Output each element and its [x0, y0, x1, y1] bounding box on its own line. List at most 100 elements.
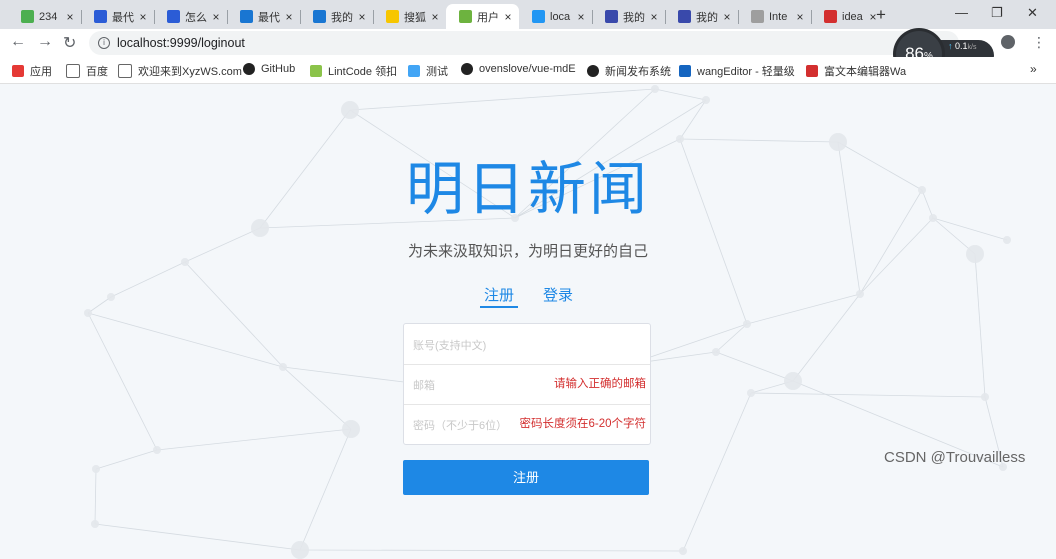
browser-tab[interactable]: idea ×	[811, 4, 884, 29]
network-node	[712, 348, 720, 356]
network-line	[95, 449, 158, 470]
browser-tab[interactable]: 最代 ×	[81, 4, 154, 29]
browser-tab[interactable]: 搜狐 ×	[373, 4, 446, 29]
account-placeholder: 账号(支持中文)	[413, 340, 487, 352]
github-icon	[461, 63, 473, 75]
tab-close-icon[interactable]: ×	[282, 10, 296, 24]
tab-strip: 234 × 最代 × 怎么 × 最代 × 我的 × 搜狐 × 用户 × loca × 我的 × 我的 × Inte × id…	[0, 0, 1056, 29]
info-icon[interactable]: i	[98, 37, 110, 49]
network-line	[349, 88, 656, 111]
bookmark-label: 欢迎来到XyzWS.com	[138, 66, 242, 78]
bookmark-label: GitHub	[261, 63, 296, 75]
browser-tab[interactable]: Inte ×	[738, 4, 811, 29]
test-icon	[408, 65, 420, 77]
network-node	[84, 309, 92, 317]
account-field[interactable]: 账号(支持中文)	[404, 324, 650, 365]
browser-tab[interactable]: 用户 ×	[446, 4, 519, 29]
tab-title: 最代	[258, 11, 280, 24]
bookmark-item[interactable]: GitHub	[243, 63, 295, 75]
browser-tab[interactable]: 我的 ×	[592, 4, 665, 29]
tab-separator	[738, 10, 739, 24]
tab-close-icon[interactable]: ×	[793, 10, 807, 24]
close-window-button[interactable]: ✕	[1027, 5, 1038, 21]
network-node	[856, 290, 864, 298]
bookmark-item[interactable]: 欢迎来到XyzWS.com	[118, 63, 242, 79]
upload-speed: ↑ 0.1k/s	[948, 41, 977, 51]
minimize-button[interactable]: —	[955, 5, 968, 20]
network-node	[279, 363, 287, 371]
tab-close-icon[interactable]: ×	[428, 10, 442, 24]
email-field[interactable]: 邮箱 请输入正确的邮箱	[404, 364, 650, 405]
tab-login[interactable]: 登录	[543, 284, 573, 305]
page-content: 明日新闻 为未来汲取知识，为明日更好的自己 注册 登录 账号(支持中文) 邮箱 …	[0, 84, 1056, 559]
browser-tab[interactable]: 怎么 ×	[154, 4, 227, 29]
browser-tab[interactable]: 我的 ×	[300, 4, 373, 29]
tab-close-icon[interactable]: ×	[63, 10, 77, 24]
tab-close-icon[interactable]: ×	[209, 10, 223, 24]
network-line	[87, 312, 284, 368]
tab-close-icon[interactable]: ×	[501, 10, 515, 24]
tab-separator	[227, 10, 228, 24]
tab-register[interactable]: 注册	[484, 284, 514, 305]
network-line	[679, 99, 707, 140]
restore-button[interactable]: ❐	[991, 5, 1003, 21]
bookmark-item[interactable]: 富文本编辑器Wa	[806, 63, 906, 79]
bookmark-item[interactable]: LintCode 领扣	[310, 63, 397, 79]
tab-favicon-icon	[459, 10, 472, 23]
network-line	[682, 392, 752, 552]
bookmarks-more-icon[interactable]: »	[1030, 62, 1037, 76]
tab-favicon-icon	[94, 10, 107, 23]
bookmark-item[interactable]: 新闻发布系统	[587, 63, 671, 79]
network-node	[153, 446, 161, 454]
network-node	[679, 547, 687, 555]
tab-title: 用户	[477, 11, 499, 24]
bookmarks-bar: 应用 百度 欢迎来到XyzWS.com GitHub LintCode 领扣 测试 oven…	[0, 57, 1056, 84]
reload-icon[interactable]: ↻	[63, 33, 76, 53]
tab-favicon-icon	[751, 10, 764, 23]
tab-favicon-icon	[605, 10, 618, 23]
new-tab-button[interactable]: +	[876, 5, 886, 25]
tab-close-icon[interactable]: ×	[647, 10, 661, 24]
profile-icon[interactable]	[1001, 35, 1015, 49]
browser-tab[interactable]: 234 ×	[8, 4, 81, 29]
network-line	[299, 428, 352, 551]
url-text[interactable]: localhost:9999/loginout	[117, 36, 245, 50]
network-line	[94, 468, 97, 525]
bookmark-item[interactable]: 测试	[408, 63, 448, 79]
tab-close-icon[interactable]: ×	[136, 10, 150, 24]
bookmark-item[interactable]: 应用	[12, 63, 52, 79]
network-line	[87, 296, 112, 314]
tab-close-icon[interactable]: ×	[355, 10, 369, 24]
tab-favicon-icon	[386, 10, 399, 23]
menu-dots-icon[interactable]: ⋮	[1032, 34, 1046, 51]
page-icon	[118, 64, 132, 78]
tab-title: 怎么	[185, 11, 207, 24]
tab-title: 234	[39, 10, 58, 23]
network-node	[92, 465, 100, 473]
tab-separator	[811, 10, 812, 24]
bookmark-label: 应用	[30, 66, 52, 78]
network-line	[87, 312, 158, 451]
tab-separator	[373, 10, 374, 24]
address-bar[interactable]: i localhost:9999/loginout	[89, 31, 959, 55]
browser-tab[interactable]: 我的 ×	[665, 4, 738, 29]
network-line	[282, 366, 421, 385]
password-field[interactable]: 密码（不少于6位） 密码长度须在6-20个字符	[404, 404, 650, 444]
password-placeholder: 密码（不少于6位）	[413, 420, 508, 432]
network-line	[974, 253, 986, 398]
bookmark-item[interactable]: 百度	[66, 63, 108, 79]
register-button[interactable]: 注册	[403, 460, 649, 495]
forward-icon[interactable]: →	[37, 33, 53, 51]
browser-tab[interactable]: loca ×	[519, 4, 592, 29]
bookmark-item[interactable]: wangEditor - 轻量级	[679, 63, 795, 79]
tab-close-icon[interactable]: ×	[574, 10, 588, 24]
network-node	[981, 393, 989, 401]
upload-unit: k/s	[967, 44, 977, 51]
active-tab-indicator	[480, 306, 518, 308]
network-line	[110, 261, 186, 298]
network-node	[291, 541, 309, 559]
bookmark-item[interactable]: ovenslove/vue-mdE	[461, 63, 576, 75]
back-icon[interactable]: ←	[10, 33, 26, 51]
tab-close-icon[interactable]: ×	[720, 10, 734, 24]
browser-tab[interactable]: 最代 ×	[227, 4, 300, 29]
